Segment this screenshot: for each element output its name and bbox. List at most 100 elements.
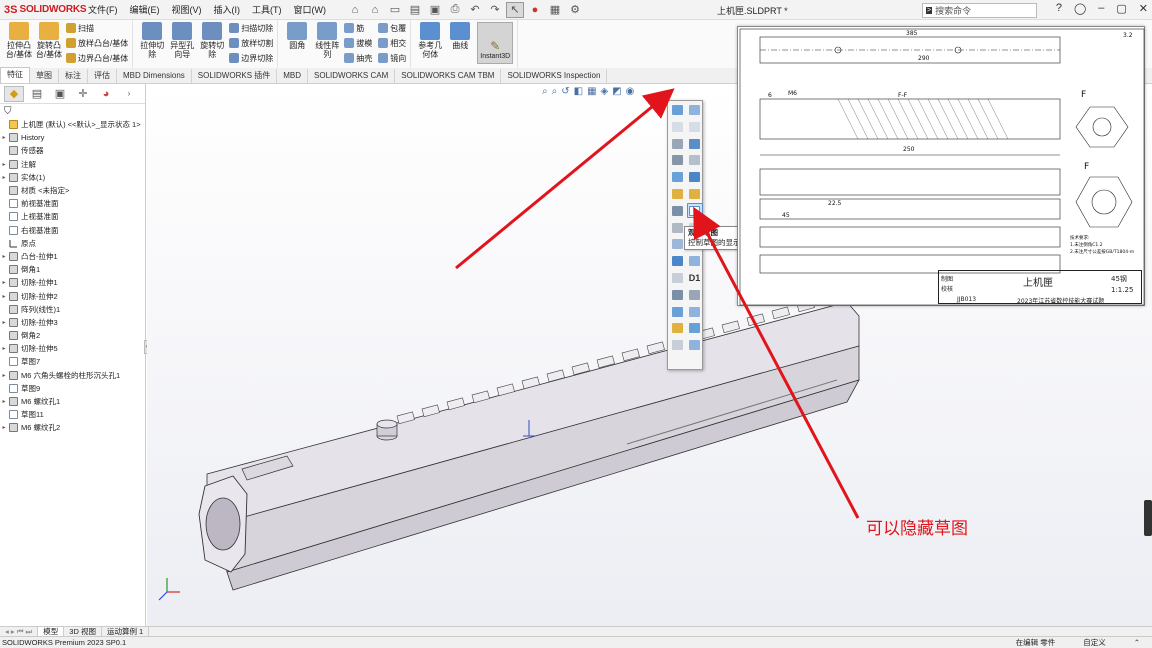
view-annotations-button[interactable] bbox=[687, 153, 703, 168]
revolved-boss-button[interactable]: 旋转凸台/基体 bbox=[34, 22, 64, 59]
extruded-cut-button[interactable]: 拉伸切除 bbox=[137, 22, 167, 59]
scroll-left-icon[interactable]: ◂ ▸ ⏮ ⏭ bbox=[0, 626, 39, 637]
user-icon[interactable]: ◯ bbox=[1074, 2, 1086, 15]
pin-icon[interactable]: ⌂ bbox=[346, 2, 364, 18]
print-icon[interactable]: ⎙ bbox=[446, 2, 464, 18]
swept-cut-button[interactable]: 扫描切除 bbox=[229, 22, 273, 34]
tree-item[interactable]: ▸ History bbox=[0, 131, 145, 144]
view-lights-button[interactable] bbox=[670, 186, 686, 201]
status-chevron-icon[interactable]: ⌃ bbox=[1134, 637, 1140, 648]
lofted-cut-button[interactable]: 放样切割 bbox=[229, 37, 273, 49]
tree-item[interactable]: 传感器 bbox=[0, 144, 145, 157]
view-scenes-button[interactable] bbox=[687, 321, 703, 336]
undo-icon[interactable]: ↶ bbox=[466, 2, 484, 18]
tree-item[interactable]: 倒角1 bbox=[0, 263, 145, 276]
expand-arrow-icon[interactable]: ▸ bbox=[0, 134, 8, 141]
view-reference-button[interactable] bbox=[670, 338, 686, 353]
view-surfaces-button[interactable] bbox=[687, 304, 703, 319]
open-folder-icon[interactable]: ▤ bbox=[406, 2, 424, 18]
draft-button[interactable]: 拔模 bbox=[344, 37, 372, 49]
expand-tabs-icon[interactable]: › bbox=[119, 86, 139, 102]
tree-item[interactable]: 前视基准面 bbox=[0, 197, 145, 210]
tab-cam-tbm[interactable]: SOLIDWORKS CAM TBM bbox=[395, 69, 502, 83]
tab-markup[interactable]: 标注 bbox=[59, 69, 88, 83]
tab-inspection[interactable]: SOLIDWORKS Inspection bbox=[501, 69, 608, 83]
tree-item[interactable]: ▸ 切除-拉伸5 bbox=[0, 342, 145, 355]
menu-tools[interactable]: 工具(T) bbox=[246, 0, 288, 20]
new-document-icon[interactable]: ▭ bbox=[386, 2, 404, 18]
configuration-manager-tab-icon[interactable]: ▣ bbox=[50, 86, 70, 102]
property-manager-tab-icon[interactable]: ▤ bbox=[27, 86, 47, 102]
hole-wizard-button[interactable]: 异型孔向导 bbox=[167, 22, 197, 59]
tab-features[interactable]: 特征 bbox=[0, 67, 30, 83]
solidworks-logo[interactable]: 3S SOLIDWORKS bbox=[0, 4, 87, 16]
mirror-button[interactable]: 镜向 bbox=[378, 52, 406, 64]
expand-arrow-icon[interactable]: ▸ bbox=[0, 424, 8, 431]
view-curves-button[interactable] bbox=[670, 170, 686, 185]
boundary-boss-button[interactable]: 边界凸台/基体 bbox=[66, 52, 128, 64]
rebuild-icon[interactable]: ● bbox=[526, 2, 544, 18]
shell-button[interactable]: 抽壳 bbox=[344, 52, 372, 64]
display-manager-tab-icon[interactable]: ◕ bbox=[96, 86, 116, 102]
boundary-cut-button[interactable]: 边界切除 bbox=[229, 52, 273, 64]
redo-icon[interactable]: ↷ bbox=[486, 2, 504, 18]
tree-item[interactable]: 上视基准面 bbox=[0, 210, 145, 223]
expand-arrow-icon[interactable]: ▸ bbox=[0, 279, 8, 286]
tab-sketch[interactable]: 草图 bbox=[30, 69, 59, 83]
expand-arrow-icon[interactable]: ▸ bbox=[0, 398, 8, 405]
help-icon[interactable]: ? bbox=[1056, 2, 1062, 15]
tree-item[interactable]: 原点 bbox=[0, 237, 145, 250]
task-pane-gadget[interactable] bbox=[1144, 500, 1152, 536]
menu-edit[interactable]: 编辑(E) bbox=[124, 0, 166, 20]
tree-item[interactable]: ▸ 切除-拉伸1 bbox=[0, 276, 145, 289]
view-parts-button[interactable] bbox=[687, 254, 703, 269]
expand-arrow-icon[interactable]: ▸ bbox=[0, 372, 8, 379]
menu-file[interactable]: 文件(F) bbox=[82, 0, 124, 20]
view-sweep-button[interactable] bbox=[670, 287, 686, 302]
tree-item[interactable]: 材质 <未指定> bbox=[0, 184, 145, 197]
tree-item[interactable]: ▸ 凸台-拉伸1 bbox=[0, 250, 145, 263]
tree-item[interactable]: ▸ 切除-拉伸3 bbox=[0, 316, 145, 329]
view-hide-all-button[interactable] bbox=[687, 338, 703, 353]
view-dims-button[interactable] bbox=[670, 153, 686, 168]
expand-arrow-icon[interactable]: ▸ bbox=[0, 161, 8, 168]
revolved-cut-button[interactable]: 旋转切除 bbox=[197, 22, 227, 59]
tree-filter[interactable]: ⛉ bbox=[0, 104, 145, 118]
tab-evaluate[interactable]: 评估 bbox=[88, 69, 117, 83]
tab-mbd[interactable]: MBD bbox=[277, 69, 309, 83]
instant3d-button[interactable]: ✎ Instant3D bbox=[477, 22, 514, 64]
tab-cam[interactable]: SOLIDWORKS CAM bbox=[308, 69, 396, 83]
options-gear-icon[interactable]: ⚙ bbox=[566, 2, 584, 18]
home-icon[interactable]: ⌂ bbox=[366, 2, 384, 18]
linear-pattern-button[interactable]: 线性阵列 bbox=[312, 22, 342, 59]
menu-window[interactable]: 窗口(W) bbox=[288, 0, 333, 20]
fillet-button[interactable]: 圆角 bbox=[282, 22, 312, 50]
view-sketch-button[interactable] bbox=[670, 203, 686, 218]
tree-item[interactable]: ▸ 注解 bbox=[0, 158, 145, 171]
maximize-icon[interactable]: ▢ bbox=[1116, 2, 1126, 15]
intersect-button[interactable]: 相交 bbox=[378, 37, 406, 49]
curves-button[interactable]: 曲线 bbox=[445, 22, 475, 50]
tab-addins[interactable]: SOLIDWORKS 插件 bbox=[192, 69, 278, 83]
tree-item[interactable]: 上机匣 (默认) <<默认>_显示状态 1> bbox=[0, 118, 145, 131]
tree-item[interactable]: 草图11 bbox=[0, 408, 145, 421]
save-icon[interactable]: ▣ bbox=[426, 2, 444, 18]
command-search-box[interactable]: > 搜索命令 bbox=[922, 3, 1037, 18]
tree-item[interactable]: 右视基准面 bbox=[0, 224, 145, 237]
minimize-icon[interactable]: – bbox=[1098, 2, 1104, 15]
view-cameras-button[interactable] bbox=[687, 186, 703, 201]
view-weld-button[interactable] bbox=[670, 254, 686, 269]
expand-arrow-icon[interactable]: ▸ bbox=[0, 253, 8, 260]
tree-item[interactable]: ▸ 实体(1) bbox=[0, 171, 145, 184]
tab-3d-views[interactable]: 3D 视图 bbox=[64, 626, 102, 637]
view-points-button[interactable] bbox=[687, 119, 703, 134]
menu-insert[interactable]: 插入(I) bbox=[208, 0, 247, 20]
tree-item[interactable]: ▸ M6 螺纹孔1 bbox=[0, 395, 145, 408]
tree-item[interactable]: 阵列(线性)1 bbox=[0, 303, 145, 316]
view-origins-button[interactable] bbox=[670, 136, 686, 151]
expand-arrow-icon[interactable]: ▸ bbox=[0, 319, 8, 326]
expand-arrow-icon[interactable]: ▸ bbox=[0, 174, 8, 181]
expand-arrow-icon[interactable]: ▸ bbox=[0, 345, 8, 352]
rib-button[interactable]: 筋 bbox=[344, 22, 372, 34]
tree-item[interactable]: ▸ M6 六角头螺栓的柱形沉头孔1 bbox=[0, 369, 145, 382]
